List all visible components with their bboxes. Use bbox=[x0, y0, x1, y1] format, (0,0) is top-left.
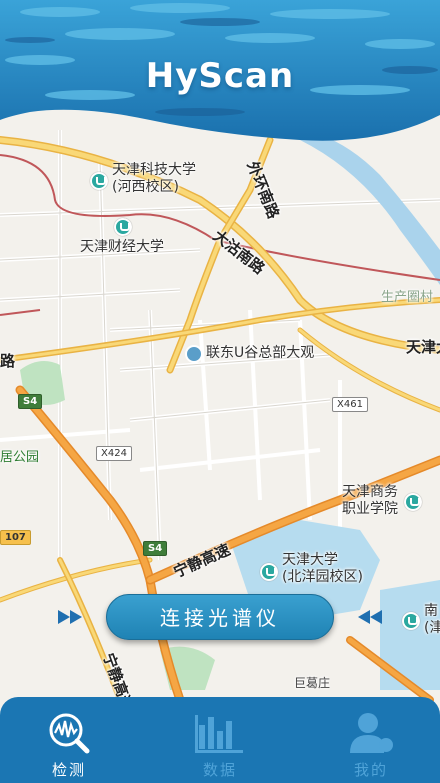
poi-label-tjufe[interactable]: 天津财经大学 bbox=[80, 239, 164, 256]
poi-label-tust[interactable]: 天津科技大学 (河西校区) bbox=[112, 162, 196, 196]
university-poi-icon[interactable] bbox=[402, 612, 420, 630]
university-poi-icon[interactable] bbox=[260, 563, 278, 581]
arrow-left-indicator-icon bbox=[358, 610, 382, 624]
university-poi-icon[interactable] bbox=[90, 172, 108, 190]
poi-label-liandong[interactable]: 联东U谷总部大观 bbox=[206, 345, 314, 362]
road-label-lu: 路 bbox=[0, 352, 16, 370]
arrow-right-indicator-icon bbox=[58, 610, 82, 624]
highway-shield-s4: S4 bbox=[18, 394, 43, 409]
tab-detect[interactable]: 检测 bbox=[24, 697, 114, 783]
tab-label-detect: 检测 bbox=[51, 761, 86, 779]
connect-spectrometer-button[interactable]: 连接光谱仪 bbox=[106, 594, 334, 640]
bar-chart-icon bbox=[195, 715, 243, 753]
university-poi-icon[interactable] bbox=[114, 218, 132, 236]
highway-shield-s4: S4 bbox=[143, 541, 168, 556]
place-label-park: 居公园 bbox=[0, 450, 40, 465]
user-profile-icon bbox=[350, 713, 393, 753]
university-poi-icon[interactable] bbox=[404, 493, 422, 511]
place-label-jugezhuang: 巨葛庄 bbox=[294, 676, 331, 690]
road-shield-x424: X424 bbox=[96, 446, 132, 461]
bottom-tab-bar: 检测 数据 我的 bbox=[0, 697, 440, 783]
tab-label-data: 数据 bbox=[202, 761, 237, 779]
road-shield-107: 107 bbox=[0, 530, 31, 545]
tab-label-profile: 我的 bbox=[353, 761, 388, 779]
poi-label-nankai[interactable]: 南 (津 bbox=[424, 603, 440, 637]
place-label-shengchanquan: 生产圈村 bbox=[381, 290, 434, 305]
spectrum-search-icon bbox=[49, 713, 90, 754]
tab-data[interactable]: 数据 bbox=[175, 697, 265, 783]
building-poi-icon[interactable] bbox=[185, 345, 203, 363]
poi-label-tju[interactable]: 天津大学 (北洋园校区) bbox=[282, 552, 363, 586]
road-label-tianjin: 天津大 bbox=[406, 338, 440, 356]
poi-label-tjcvc[interactable]: 天津商务 职业学院 bbox=[342, 484, 398, 518]
road-shield-x461: X461 bbox=[332, 397, 368, 412]
app-title: HyScan bbox=[145, 56, 295, 96]
tab-profile[interactable]: 我的 bbox=[326, 697, 416, 783]
